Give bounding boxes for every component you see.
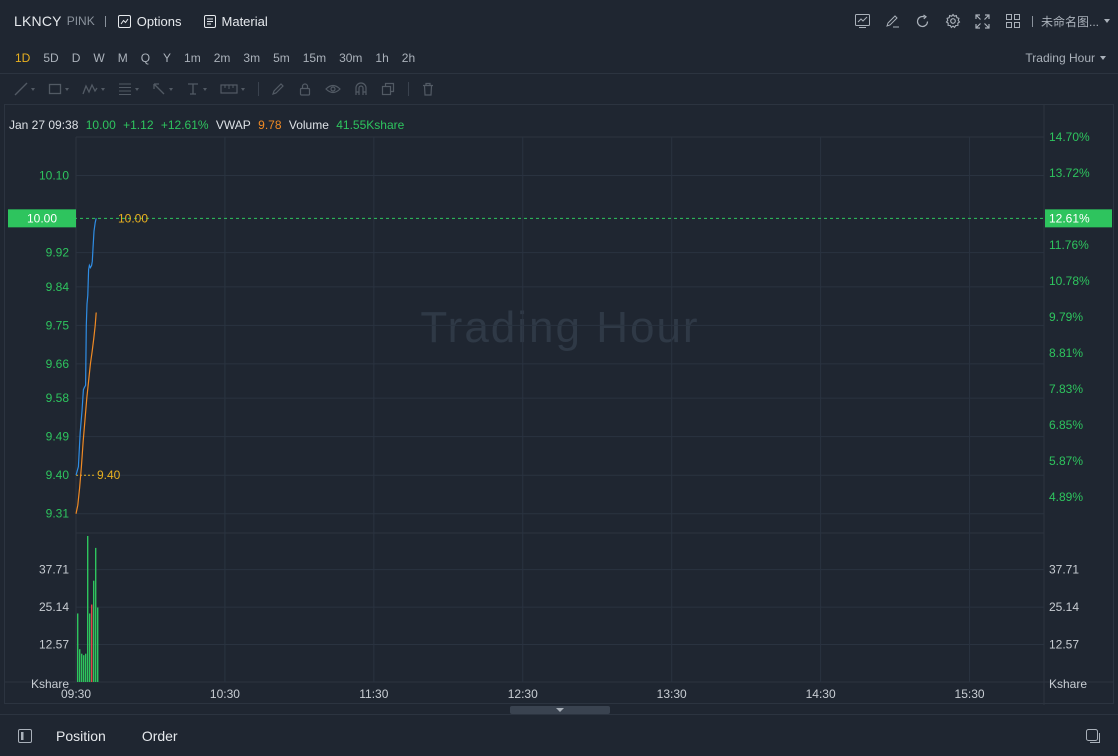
price-tick-label: 9.92	[46, 246, 70, 260]
volume-bar	[77, 613, 79, 682]
pct-tick-label: 10.78%	[1049, 274, 1090, 288]
tab-order[interactable]: Order	[142, 728, 178, 744]
time-tick-label: 10:30	[210, 687, 240, 701]
volume-tick-label-right: 25.14	[1049, 600, 1079, 614]
price-marker-label: 9.40	[97, 468, 121, 482]
quote-datetime: Jan 27 09:38	[9, 118, 79, 132]
volume-bar	[89, 613, 91, 682]
time-tick-label: 09:30	[61, 687, 91, 701]
volume-value: 41.55Kshare	[336, 118, 405, 132]
volume-tick-label-right: 12.57	[1049, 638, 1079, 652]
trading-hour-watermark: Trading Hour	[420, 303, 699, 352]
price-tick-label: 9.40	[46, 468, 70, 482]
panel-collapse-handle[interactable]	[510, 706, 610, 714]
volume-bar	[91, 604, 93, 682]
time-tick-label: 15:30	[955, 687, 985, 701]
price-marker-label: 10.00	[118, 211, 148, 225]
volume-bar	[85, 653, 87, 682]
volume-bar	[87, 535, 89, 682]
intraday-chart[interactable]: Trading Hour 10.10 9.92 9.84 9.75 9.66 9.58 9.4…	[0, 0, 1118, 710]
price-tick-label: 9.31	[46, 507, 70, 521]
volume-bar	[83, 655, 85, 682]
volume-bar	[81, 653, 83, 682]
trading-app: LKNCY PINK Options Material 未命名图... 1D 5…	[0, 0, 1118, 756]
volume-bar	[95, 547, 97, 682]
pct-tick-label: 14.70%	[1049, 130, 1090, 144]
pct-tick-label: 11.76%	[1049, 238, 1089, 252]
pct-tick-label: 4.89%	[1049, 490, 1083, 504]
price-tick-label: 9.58	[46, 391, 70, 405]
price-tick-label: 9.75	[46, 318, 70, 332]
price-tick-label: 9.66	[46, 357, 70, 371]
tab-position[interactable]: Position	[56, 728, 106, 744]
current-pct-label: 12.61%	[1049, 211, 1090, 225]
quote-price: 10.00	[85, 118, 116, 132]
volume-tick-label-right: 37.71	[1049, 563, 1079, 577]
price-tick-label: 9.49	[46, 430, 70, 444]
time-tick-label: 14:30	[806, 687, 836, 701]
pct-tick-label: 8.81%	[1049, 346, 1083, 360]
volume-tick-label: 37.71	[39, 563, 69, 577]
pct-tick-label: 7.83%	[1049, 382, 1083, 396]
volume-tick-label: 12.57	[39, 638, 69, 652]
volume-bar	[93, 580, 95, 682]
quote-info-line: Jan 27 09:38 10.00 +1.12 +12.61% VWAP 9.…	[9, 118, 408, 132]
price-tick-label: 9.84	[46, 280, 70, 294]
time-tick-label: 12:30	[508, 687, 538, 701]
volume-unit-label-right: Kshare	[1049, 677, 1087, 691]
vwap-value: 9.78	[258, 118, 282, 132]
chevron-down-icon	[556, 708, 564, 712]
current-price-label: 10.00	[27, 211, 57, 225]
volume-bar	[79, 649, 81, 682]
price-tick-label: 10.10	[39, 169, 69, 183]
time-tick-label: 13:30	[657, 687, 687, 701]
quote-change: +1.12	[123, 118, 154, 132]
panel-toggle-icon[interactable]	[18, 728, 32, 743]
pct-tick-label: 5.87%	[1049, 454, 1083, 468]
pct-tick-label: 9.79%	[1049, 310, 1083, 324]
time-tick-label: 11:30	[359, 687, 388, 701]
volume-bar	[97, 607, 99, 682]
pct-tick-label: 6.85%	[1049, 418, 1083, 432]
quote-change-pct: +12.61%	[160, 118, 209, 132]
volume-tick-label: 25.14	[39, 600, 69, 614]
vwap-label: VWAP	[215, 118, 251, 132]
volume-label: Volume	[288, 118, 329, 132]
popout-icon[interactable]	[1086, 729, 1100, 743]
pct-tick-label: 13.72%	[1049, 166, 1090, 180]
bottom-bar: Position Order	[0, 714, 1118, 756]
